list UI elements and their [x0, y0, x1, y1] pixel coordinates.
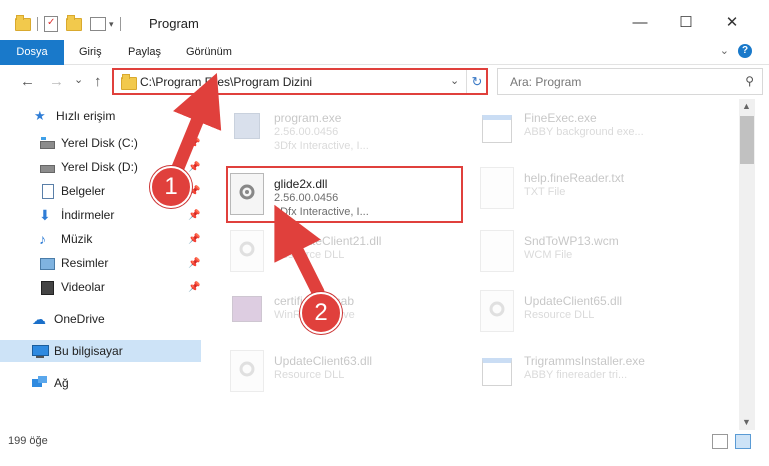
arrow-step-2	[274, 204, 325, 299]
step-2-badge: 2	[300, 292, 342, 334]
file-explorer-window: ✓ ▾ Program — ☐ ✕ Dosya Giriş Paylaş Gör…	[0, 0, 769, 466]
step-1-badge: 1	[150, 166, 192, 208]
annotation-arrows	[168, 72, 325, 299]
arrow-step-1	[168, 72, 222, 182]
